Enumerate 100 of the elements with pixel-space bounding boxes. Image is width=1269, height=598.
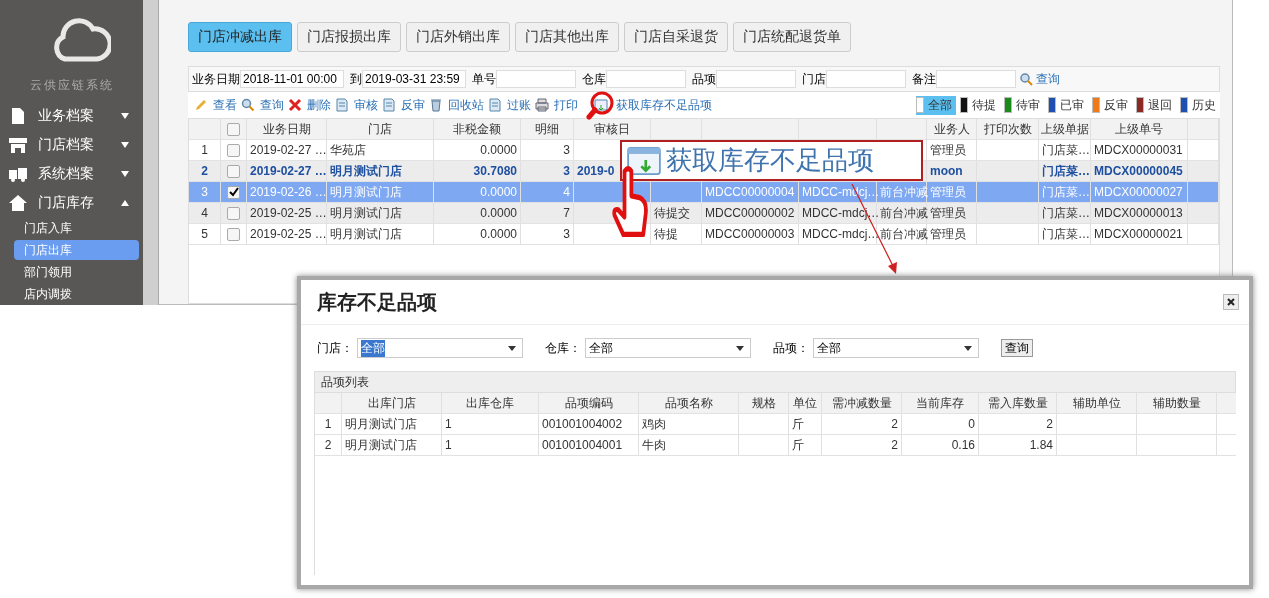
table-cell: 2 [1046,417,1053,431]
field-label: 品项： [773,339,809,357]
table-cell: 管理员 [930,225,966,243]
column-header[interactable]: 需入库数量 [987,394,1048,412]
toolbar-button[interactable]: 反审 [382,96,425,114]
table-cell: 斤 [792,436,804,454]
date-field[interactable]: 2019-03-31 23:59 [362,70,466,88]
column-header[interactable]: 单位 [793,394,817,412]
tab[interactable]: 门店其他出库 [515,22,619,52]
checkbox[interactable] [227,122,240,136]
input-field[interactable] [826,70,906,88]
column-header[interactable]: 审核日 [594,120,630,138]
input-field[interactable] [496,70,576,88]
column-header[interactable]: 辅助数量 [1152,394,1201,412]
toolbar-button[interactable]: 过账 [488,96,531,114]
table-cell: 3 [563,143,570,157]
table-cell: 门店菜… [1042,225,1090,243]
submenu-item[interactable]: 店内调拨 [14,284,140,304]
field-label: 备注 [912,70,936,88]
column-header[interactable]: 出库门店 [367,394,416,412]
checkbox[interactable] [227,185,240,199]
column-header[interactable]: 品项名称 [664,394,713,412]
tab[interactable]: 门店统配退货单 [733,22,851,52]
table-cell: 斤 [792,415,804,433]
column-header[interactable]: 业务人 [933,120,970,138]
field-label: 单号 [472,70,496,88]
table-cell: 0.16 [951,438,975,452]
table-cell: 2019-02-26 … [250,185,327,199]
table-cell: 前台冲减 [880,204,928,222]
field-label: 到 [350,70,362,88]
toolbar-button[interactable]: 审核 [335,96,378,114]
table-cell: MDCC00000003 [705,227,795,241]
table-cell: 门店菜… [1042,204,1090,222]
dropdown[interactable]: 全部 [813,338,979,358]
close-button[interactable] [1223,294,1239,310]
dropdown[interactable]: 全部 [357,338,523,358]
column-header[interactable]: 非税金额 [453,120,501,138]
checkbox[interactable] [227,164,240,178]
tab[interactable]: 门店冲减出库 [188,22,292,52]
search-button[interactable]: 查询 [1001,339,1033,357]
submenu-item[interactable]: 部门领用 [14,262,140,282]
submenu-item[interactable]: 门店入库 [14,218,140,238]
table-cell: 2019-02-27 … [250,143,327,157]
column-header[interactable]: 明细 [535,120,559,138]
column-header[interactable]: 门店 [368,120,392,138]
table-cell: 明月测试门店 [330,204,402,222]
toolbar-button[interactable]: 回收站 [429,96,484,114]
toolbar-button[interactable]: 查看 [194,96,237,114]
status-filter[interactable]: 待审 [1004,95,1044,115]
toolbar-button[interactable]: 获取库存不足品项 [594,96,712,114]
column-header[interactable]: 上级单号 [1115,120,1163,138]
toolbar-button[interactable]: 删除 [288,96,331,114]
menu-item[interactable]: 门店档案 [0,130,144,160]
status-filter[interactable]: 待提 [960,95,1000,115]
column-header[interactable]: 业务日期 [262,120,311,138]
tab[interactable]: 门店报损出库 [297,22,401,52]
row-number: 2 [324,438,332,452]
status-filter[interactable]: 全部 [916,95,956,115]
input-field[interactable] [606,70,686,88]
magnifier-icon [586,91,616,121]
app-name: 云供应链系统 [29,76,114,94]
menu-item[interactable]: 系统档案 [0,159,144,189]
menu-item[interactable]: 业务档案 [0,101,144,131]
column-header[interactable]: 上级单据 [1040,120,1089,138]
table-cell: MDCX00000013 [1094,206,1183,220]
input-field[interactable] [716,70,796,88]
menu-item[interactable]: 门店库存 [0,188,144,217]
toolbar-button[interactable]: 打印 [535,96,578,114]
column-header[interactable]: 需冲减数量 [831,394,892,412]
dropdown[interactable]: 全部 [585,338,751,358]
bin-icon [429,98,443,112]
tab[interactable]: 门店自采退货 [624,22,728,52]
column-header[interactable]: 当前库存 [916,394,964,412]
search-link[interactable]: 查询 [1020,70,1060,88]
table-cell: 0.0000 [480,185,517,199]
row-number: 1 [201,143,208,157]
section-title: 品项列表 [321,373,369,391]
table-cell: 牛肉 [642,436,666,454]
date-field[interactable]: 2018-11-01 00:00 [240,70,344,88]
table-cell: 7 [563,206,570,220]
status-filter[interactable]: 退回 [1136,95,1176,115]
column-header[interactable]: 打印次数 [983,120,1032,138]
input-field[interactable] [936,70,1016,88]
column-header[interactable]: 品项编码 [564,394,613,412]
checkbox[interactable] [227,143,240,157]
tab[interactable]: 门店外销出库 [406,22,510,52]
status-filter[interactable]: 反审 [1092,95,1132,115]
status-filter[interactable]: 已审 [1048,95,1088,115]
checkbox[interactable] [227,206,240,220]
table-cell: MDCX00000031 [1094,143,1183,157]
column-header[interactable]: 辅助单位 [1072,394,1121,412]
row-number: 2 [201,164,208,178]
status-filter[interactable]: 历史 [1180,95,1220,115]
row-number: 1 [324,417,332,431]
toolbar-button[interactable]: 查询 [241,96,284,114]
column-header[interactable]: 出库仓库 [466,394,514,412]
checkbox[interactable] [227,227,240,241]
column-header[interactable]: 规格 [751,394,776,412]
field-label: 仓库 [582,70,606,88]
table-cell: 1 [445,438,452,452]
